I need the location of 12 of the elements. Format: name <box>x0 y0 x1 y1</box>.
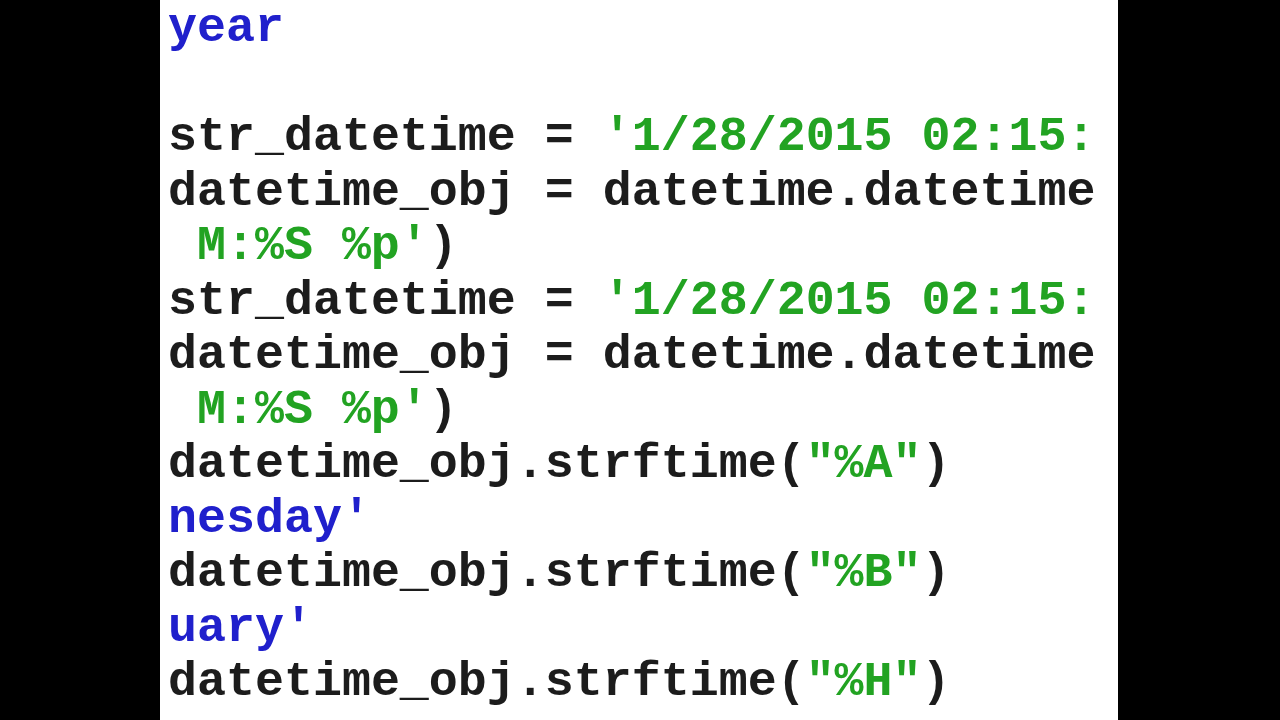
code-line: M:%S %p') <box>196 220 458 275</box>
code-line: M:%S %p') <box>196 383 458 438</box>
code-line: datetime_obj.strftime("%A") <box>168 438 951 493</box>
code-line: datetime_obj.strftime("%H") <box>168 656 951 711</box>
code-line: str_datetime = '1/28/2015 02:15: <box>168 111 1096 166</box>
code-line: str_datetime = '1/28/2015 02:15: <box>168 274 1096 329</box>
output-line: nesday' <box>168 492 371 547</box>
code-line: datetime_obj = datetime.datetime <box>168 165 1096 220</box>
code-line: datetime_obj = datetime.datetime <box>168 329 1096 384</box>
output-line: year <box>168 2 284 57</box>
output-line: uary' <box>168 601 313 656</box>
code-line: datetime_obj.strftime("%B") <box>168 547 951 602</box>
